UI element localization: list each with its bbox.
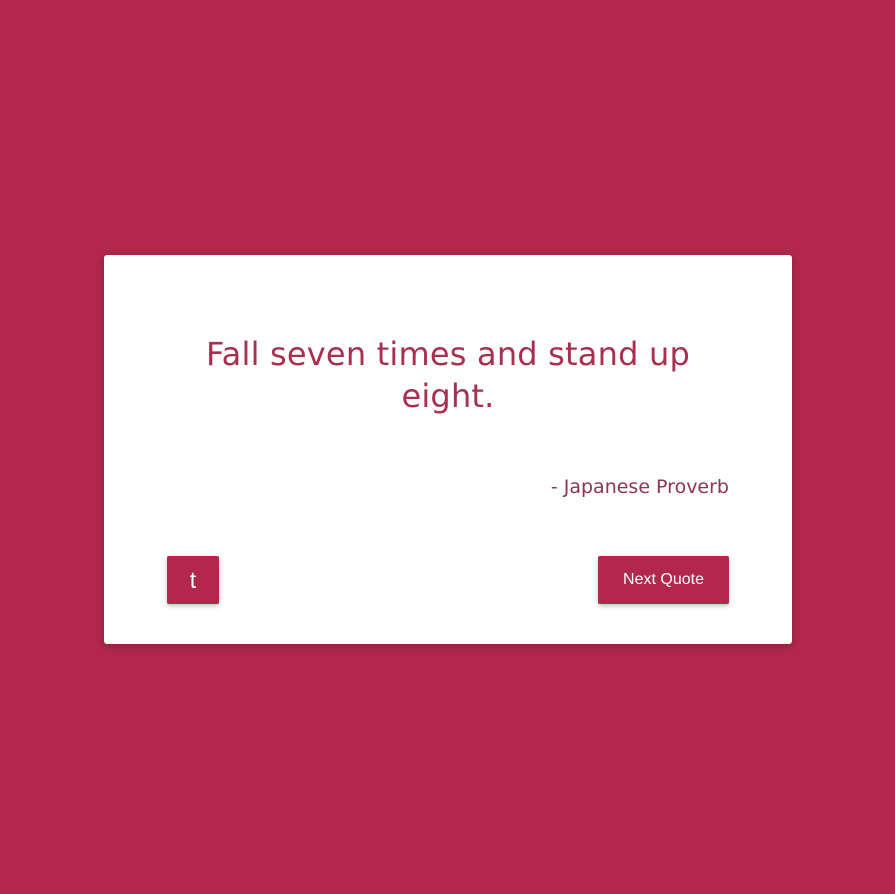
tumblr-share-button[interactable]: t bbox=[167, 556, 219, 604]
quote-author: - Japanese Proverb bbox=[550, 476, 729, 498]
quote-card: Fall seven times and stand up eight. - J… bbox=[104, 255, 792, 644]
next-quote-button[interactable]: Next Quote bbox=[598, 556, 729, 604]
tumblr-icon: t bbox=[189, 566, 197, 593]
quote-text: Fall seven times and stand up eight. bbox=[206, 335, 690, 415]
